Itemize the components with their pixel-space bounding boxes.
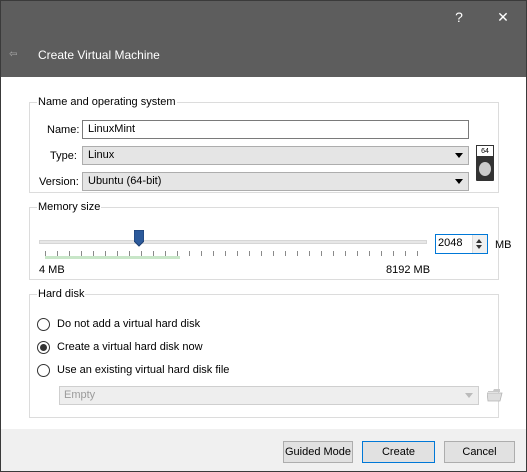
create-button[interactable]: Create bbox=[362, 441, 435, 463]
radio-existing-disk-label[interactable]: Use an existing virtual hard disk file bbox=[57, 364, 229, 376]
chevron-down-icon bbox=[455, 153, 463, 158]
close-button[interactable]: ✕ bbox=[481, 1, 525, 33]
cancel-button[interactable]: Cancel bbox=[444, 441, 515, 463]
linux-logo-icon bbox=[479, 162, 491, 176]
os-type-icon: 64 bbox=[476, 145, 494, 181]
memory-slider-ticks bbox=[45, 251, 426, 256]
spin-down-icon[interactable] bbox=[476, 245, 482, 249]
os-bitness-badge: 64 bbox=[476, 145, 494, 157]
version-label: Version: bbox=[39, 176, 79, 188]
hard-disk-group-title: Hard disk bbox=[37, 288, 86, 300]
memory-group: Memory size 4 MB 8192 MB 2048 MB bbox=[29, 201, 512, 280]
existing-disk-value: Empty bbox=[64, 389, 96, 401]
memory-max-label: 8192 MB bbox=[386, 264, 431, 276]
back-arrow-icon[interactable]: ⇦ bbox=[9, 49, 19, 61]
title-bar: ? ✕ bbox=[1, 1, 526, 33]
folder-open-icon bbox=[487, 389, 503, 402]
existing-disk-select: Empty bbox=[59, 386, 479, 405]
wizard-header: ⇦ Create Virtual Machine bbox=[1, 33, 526, 77]
radio-existing-disk[interactable]: Use an existing virtual hard disk file bbox=[37, 362, 229, 378]
name-label: Name: bbox=[47, 124, 80, 136]
memory-recommended-range bbox=[45, 256, 180, 259]
memory-slider-track[interactable] bbox=[39, 240, 427, 244]
memory-slider-thumb[interactable] bbox=[134, 230, 144, 247]
type-label: Type: bbox=[50, 150, 77, 162]
radio-create-disk[interactable]: Create a virtual hard disk now bbox=[37, 339, 203, 355]
version-select[interactable]: Ubuntu (64-bit) bbox=[82, 172, 469, 191]
radio-no-disk-label[interactable]: Do not add a virtual hard disk bbox=[57, 318, 200, 330]
memory-value[interactable]: 2048 bbox=[438, 237, 462, 249]
name-input[interactable]: LinuxMint bbox=[82, 120, 469, 139]
chevron-down-icon bbox=[455, 179, 463, 184]
radio-no-disk-circle[interactable] bbox=[37, 317, 50, 331]
memory-stepper[interactable]: 2048 bbox=[435, 234, 488, 254]
spin-up-icon[interactable] bbox=[476, 239, 482, 243]
help-button[interactable]: ? bbox=[437, 1, 481, 33]
hard-disk-group: Hard disk Do not add a virtual hard disk… bbox=[29, 288, 503, 418]
page-title: Create Virtual Machine bbox=[38, 48, 160, 62]
radio-create-disk-circle[interactable] bbox=[37, 340, 50, 354]
chevron-down-icon bbox=[465, 393, 473, 398]
dialog-content: Name and operating system Name: LinuxMin… bbox=[1, 77, 526, 429]
memory-group-title: Memory size bbox=[37, 201, 102, 213]
radio-no-disk[interactable]: Do not add a virtual hard disk bbox=[37, 316, 200, 332]
version-select-value: Ubuntu (64-bit) bbox=[88, 175, 162, 187]
os-group: Name and operating system Name: LinuxMin… bbox=[29, 96, 499, 193]
radio-create-disk-label[interactable]: Create a virtual hard disk now bbox=[57, 341, 203, 353]
guided-mode-button[interactable]: Guided Mode bbox=[283, 441, 353, 463]
type-select-value: Linux bbox=[88, 149, 115, 161]
type-select[interactable]: Linux bbox=[82, 146, 469, 165]
memory-min-label: 4 MB bbox=[39, 264, 65, 276]
create-vm-dialog: ? ✕ ⇦ Create Virtual Machine Name and op… bbox=[0, 0, 527, 472]
radio-existing-disk-circle[interactable] bbox=[37, 363, 50, 377]
os-group-title: Name and operating system bbox=[37, 96, 177, 108]
memory-unit-label: MB bbox=[495, 239, 512, 251]
memory-spin-buttons[interactable] bbox=[472, 235, 487, 253]
